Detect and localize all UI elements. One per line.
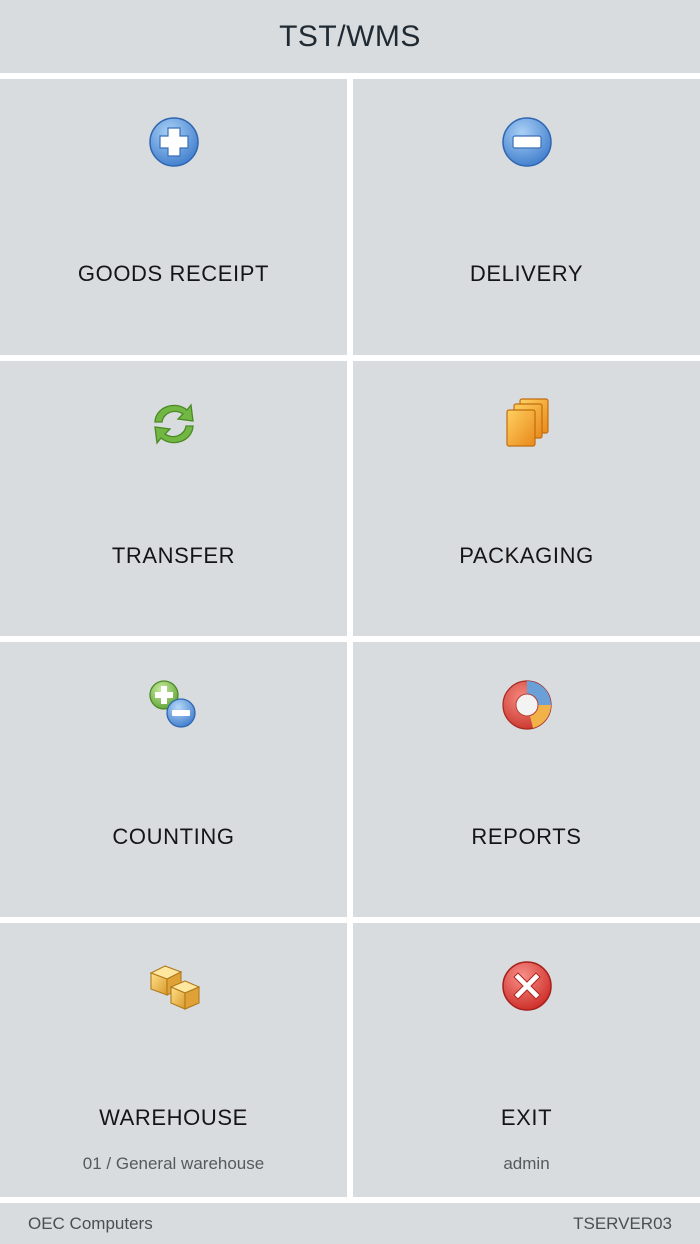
- refresh-arrows-icon: [147, 397, 201, 451]
- transfer-tile[interactable]: TRANSFER: [0, 361, 347, 636]
- app-header: TST/WMS: [0, 0, 700, 73]
- plus-circle-icon: [147, 115, 201, 169]
- counting-label: COUNTING: [112, 824, 235, 849]
- reports-label: REPORTS: [471, 824, 582, 849]
- cardboard-boxes-icon: [147, 959, 201, 1013]
- goods-receipt-tile[interactable]: GOODS RECEIPT: [0, 79, 347, 355]
- warehouse-tile[interactable]: WAREHOUSE 01 / General warehouse: [0, 923, 347, 1197]
- reports-tile[interactable]: REPORTS: [353, 642, 700, 917]
- user-name: admin: [503, 1154, 550, 1173]
- exit-tile[interactable]: EXIT admin: [353, 923, 700, 1197]
- counting-tile[interactable]: COUNTING: [0, 642, 347, 917]
- goods-receipt-label: GOODS RECEIPT: [77, 261, 270, 286]
- plus-minus-icon: [147, 678, 201, 732]
- exit-label: EXIT: [500, 1105, 553, 1130]
- packaging-label: PACKAGING: [459, 543, 594, 568]
- close-circle-icon: [500, 959, 554, 1013]
- status-footer: OEC Computers TSERVER03: [0, 1203, 700, 1244]
- minus-circle-icon: [500, 115, 554, 169]
- server-name: TSERVER03: [573, 1214, 672, 1233]
- delivery-tile[interactable]: DELIVERY: [353, 79, 700, 355]
- transfer-label: TRANSFER: [111, 543, 236, 568]
- warehouse-subtitle: 01 / General warehouse: [82, 1154, 265, 1173]
- warehouse-label: WAREHOUSE: [99, 1105, 248, 1130]
- pie-chart-icon: [500, 678, 554, 732]
- company-name: OEC Computers: [28, 1214, 153, 1233]
- app-title: TST/WMS: [279, 19, 421, 53]
- packaging-tile[interactable]: PACKAGING: [353, 361, 700, 636]
- stacked-boxes-icon: [500, 397, 554, 451]
- delivery-label: DELIVERY: [469, 261, 584, 286]
